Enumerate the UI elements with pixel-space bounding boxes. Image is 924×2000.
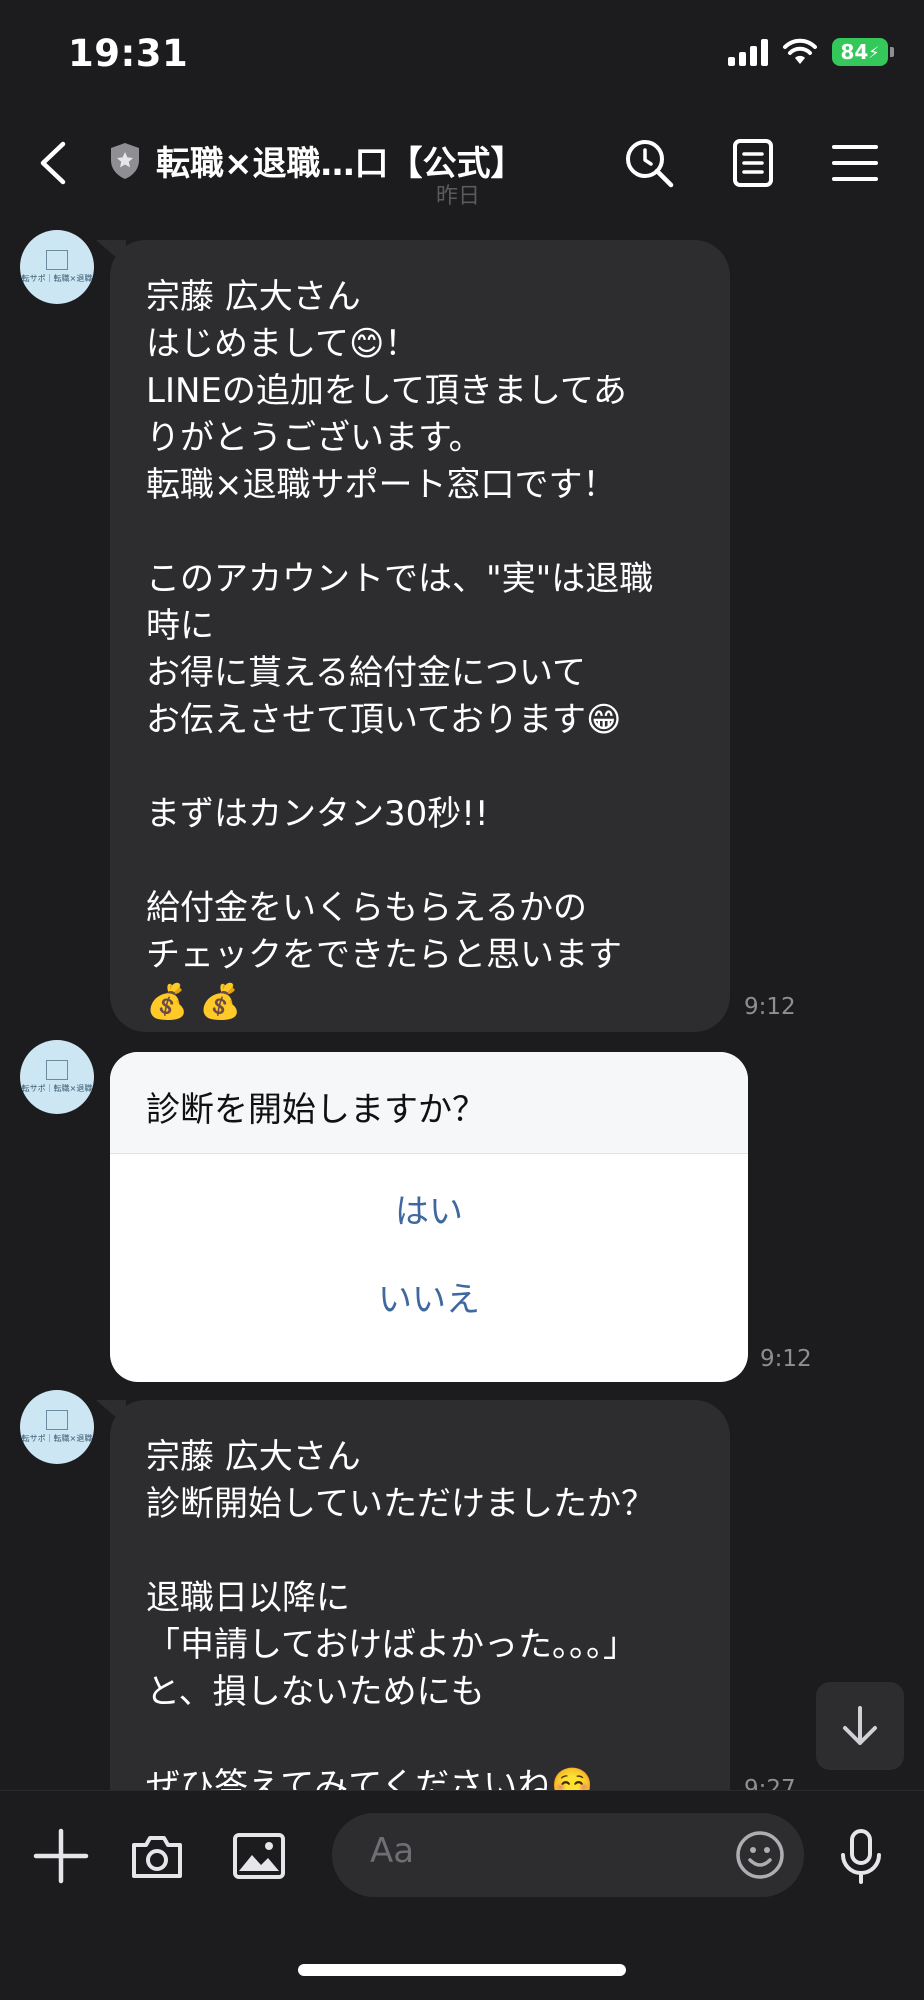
message-time: 9:27: [744, 1776, 796, 1790]
avatar-label: 転サポ｜転職×退職: [21, 1434, 93, 1443]
avatar-label: 転サポ｜転職×退職: [21, 274, 93, 283]
back-arrow-icon[interactable]: [30, 138, 80, 188]
message-bubble[interactable]: 宗藤 広大さん 診断開始していただけましたか？ 退職日以降に 「申請しておけばよ…: [96, 1400, 730, 1790]
official-shield-icon: [111, 142, 139, 179]
image-gallery-icon[interactable]: [230, 1827, 288, 1885]
wifi-icon: [783, 38, 817, 64]
message-time: 9:12: [760, 1346, 812, 1372]
cellular-signal-icon: [728, 38, 768, 66]
status-bar: 19:31 84 ⚡: [0, 0, 924, 110]
menu-icon[interactable]: [828, 136, 882, 190]
arrow-down-icon: [843, 1706, 877, 1745]
scroll-to-bottom-button[interactable]: [816, 1682, 904, 1770]
plus-icon[interactable]: [32, 1827, 90, 1885]
message-text: 宗藤 広大さん 診断開始していただけましたか？ 退職日以降に 「申請しておけばよ…: [146, 1437, 655, 1790]
option-no-button[interactable]: いいえ: [110, 1256, 748, 1344]
message-bubble[interactable]: 宗藤 広大さん はじめまして😊！ LINEの追加をして頂きましてあ りがとうござ…: [96, 240, 730, 1032]
chat-message-list[interactable]: 転サポ｜転職×退職 宗藤 広大さん はじめまして😊！ LINEの追加をして頂きま…: [0, 220, 924, 1790]
status-time: 19:31: [68, 32, 189, 75]
avatar-label: 転サポ｜転職×退職: [21, 1084, 93, 1093]
battery-icon: 84 ⚡: [832, 38, 894, 66]
notes-icon[interactable]: [726, 136, 780, 190]
confirm-card: 診断を開始しますか？ はい いいえ: [110, 1052, 748, 1382]
search-icon[interactable]: [622, 136, 676, 190]
home-indicator[interactable]: [298, 1964, 626, 1976]
status-icons: 84 ⚡: [728, 38, 894, 66]
confirm-question: 診断を開始しますか？: [110, 1052, 748, 1154]
account-avatar[interactable]: 転サポ｜転職×退職: [20, 1040, 94, 1114]
avatar-logo-icon: [46, 1060, 68, 1080]
avatar-logo-icon: [46, 1410, 68, 1430]
battery-level: 84: [840, 40, 869, 64]
microphone-icon[interactable]: [832, 1827, 890, 1885]
date-separator: 昨日: [436, 184, 481, 209]
emoji-icon[interactable]: [734, 1829, 786, 1881]
account-avatar[interactable]: 転サポ｜転職×退職: [20, 1390, 94, 1464]
avatar-logo-icon: [46, 250, 68, 270]
message-input-placeholder: Aa: [370, 1831, 415, 1871]
account-avatar[interactable]: 転サポ｜転職×退職: [20, 230, 94, 304]
message-input[interactable]: Aa: [332, 1813, 804, 1897]
message-text: 宗藤 広大さん はじめまして😊！ LINEの追加をして頂きましてあ りがとうござ…: [146, 277, 654, 1022]
camera-icon[interactable]: [128, 1827, 186, 1885]
option-yes-button[interactable]: はい: [110, 1168, 748, 1256]
message-time: 9:12: [744, 994, 796, 1020]
